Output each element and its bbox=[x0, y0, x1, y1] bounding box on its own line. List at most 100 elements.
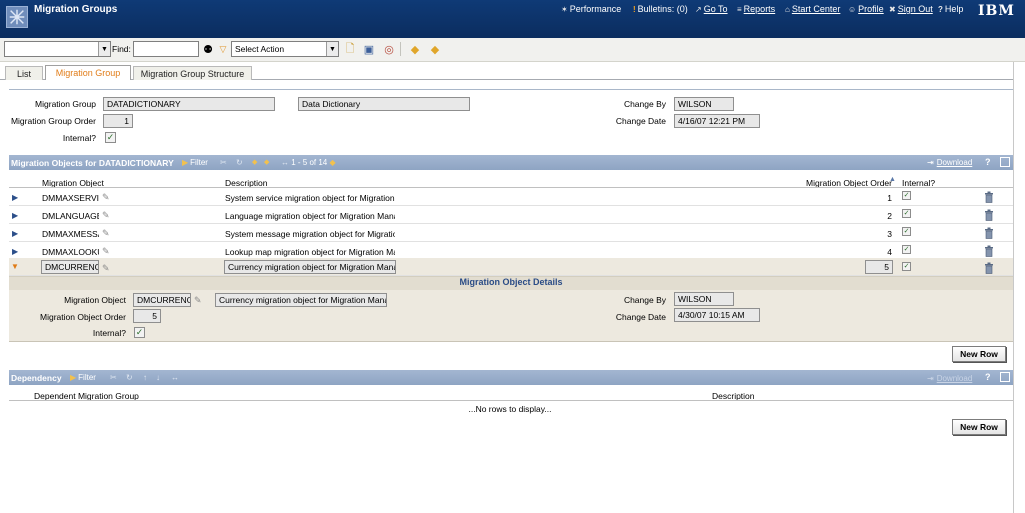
delete-row-icon[interactable] bbox=[984, 209, 994, 223]
page-nav-icon[interactable]: ↔ bbox=[171, 373, 179, 382]
change-date-field: 4/16/07 12:21 PM bbox=[674, 114, 760, 128]
clear-filter-icon[interactable]: ✂ bbox=[220, 158, 227, 167]
detail-change-date-field: 4/30/07 10:15 AM bbox=[674, 308, 760, 322]
row-internal-checkbox: ✓ bbox=[902, 191, 911, 200]
nav-reports-label: Reports bbox=[743, 4, 776, 14]
saved-query-select[interactable]: ▼ bbox=[4, 41, 111, 57]
download-icon: ⇥ bbox=[927, 374, 934, 383]
nav-help[interactable]: ? Help bbox=[938, 4, 963, 14]
first-page-icon[interactable]: ◆ bbox=[252, 158, 257, 166]
row-order: 2 bbox=[887, 211, 892, 221]
row-description: System message migration object for Migr… bbox=[225, 229, 395, 239]
nav-bulletins[interactable]: ! Bulletins: (0) bbox=[633, 4, 688, 14]
row-description-field[interactable]: Currency migration object for Migration … bbox=[224, 260, 396, 274]
next-page-icon[interactable]: ◆ bbox=[330, 158, 336, 167]
delete-row-icon[interactable] bbox=[984, 262, 994, 276]
expand-row-icon[interactable]: ▶ bbox=[12, 247, 18, 256]
dependency-download-link[interactable]: ⇥ Download bbox=[927, 374, 972, 383]
new-record-icon[interactable]: 🗋 bbox=[343, 42, 357, 56]
detail-menu-icon[interactable]: ✎ bbox=[102, 246, 110, 257]
clear-filter-icon[interactable]: ✂ bbox=[110, 373, 117, 382]
next-record-icon[interactable]: ◆ bbox=[428, 42, 442, 56]
detail-object-field[interactable]: DMCURRENCY bbox=[133, 293, 191, 307]
nav-start-center[interactable]: ⌂ Start Center bbox=[785, 4, 840, 14]
detail-change-by-label: Change By bbox=[623, 295, 666, 305]
migration-group-order-field[interactable]: 1 bbox=[103, 114, 133, 128]
previous-page-icon[interactable]: ◆ bbox=[264, 158, 269, 166]
start-center-icon: ⌂ bbox=[785, 4, 790, 14]
detail-menu-icon[interactable]: ✎ bbox=[102, 210, 110, 221]
objects-download-link[interactable]: ⇥ Download bbox=[927, 158, 972, 167]
row-internal-checkbox: ✓ bbox=[902, 245, 911, 254]
row-order-field[interactable]: 5 bbox=[865, 260, 893, 274]
nav-reports[interactable]: ≡ Reports bbox=[737, 4, 775, 14]
binoculars-icon[interactable]: ⚉ bbox=[201, 42, 215, 56]
row-order: 1 bbox=[887, 193, 892, 203]
save-icon[interactable]: ▣ bbox=[362, 42, 376, 56]
performance-icon: ✶ bbox=[561, 4, 568, 14]
page-scrollbar[interactable] bbox=[1013, 62, 1025, 513]
detail-menu-icon[interactable]: ✎ bbox=[194, 295, 202, 306]
dependency-help-icon[interactable]: ? bbox=[985, 372, 991, 382]
select-action-dropdown[interactable]: Select Action ▼ bbox=[231, 41, 339, 57]
delete-row-icon[interactable] bbox=[984, 245, 994, 259]
table-row-selected[interactable] bbox=[9, 258, 1013, 276]
dependency-maximize-icon[interactable] bbox=[1000, 372, 1010, 382]
dependency-title: Dependency bbox=[11, 373, 62, 383]
dependency-new-row-button[interactable]: New Row bbox=[952, 419, 1006, 435]
nav-performance[interactable]: ✶ Performance bbox=[561, 4, 621, 14]
tab-migration-group-structure[interactable]: Migration Group Structure bbox=[133, 66, 252, 80]
chevron-down-icon[interactable]: ▼ bbox=[98, 42, 110, 56]
expand-row-icon[interactable]: ▶ bbox=[12, 193, 18, 202]
migration-group-description-field[interactable]: Data Dictionary bbox=[298, 97, 470, 111]
refresh-icon[interactable]: ↻ bbox=[236, 158, 243, 167]
clear-changes-icon[interactable]: ◎ bbox=[382, 42, 396, 56]
no-rows-message: ...No rows to display... bbox=[468, 404, 552, 414]
nav-bulletins-label: Bulletins: (0) bbox=[637, 4, 688, 14]
nav-start-center-label: Start Center bbox=[791, 4, 841, 14]
row-internal-checkbox[interactable]: ✓ bbox=[902, 262, 911, 271]
objects-maximize-icon[interactable] bbox=[1000, 157, 1010, 167]
refresh-icon[interactable]: ↻ bbox=[126, 373, 133, 382]
objects-help-icon[interactable]: ? bbox=[985, 157, 991, 167]
migration-group-label: Migration Group bbox=[35, 99, 96, 109]
delete-row-icon[interactable] bbox=[984, 227, 994, 241]
detail-order-field[interactable]: 5 bbox=[133, 309, 161, 323]
collapse-row-icon[interactable]: ▼ bbox=[11, 262, 19, 271]
expand-row-icon[interactable]: ▶ bbox=[12, 211, 18, 220]
migration-group-field[interactable]: DATADICTIONARY bbox=[103, 97, 275, 111]
bulletins-icon: ! bbox=[633, 4, 636, 14]
delete-row-icon[interactable] bbox=[984, 191, 994, 205]
nav-goto[interactable]: ↗ Go To bbox=[695, 4, 728, 14]
previous-page-icon[interactable]: ↑ bbox=[143, 373, 147, 382]
row-internal-checkbox: ✓ bbox=[902, 227, 911, 236]
detail-menu-icon[interactable]: ✎ bbox=[102, 192, 110, 203]
find-input[interactable] bbox=[133, 41, 199, 57]
sign-out-icon: ✖ bbox=[889, 4, 896, 14]
detail-menu-icon[interactable]: ✎ bbox=[102, 228, 110, 239]
chevron-down-icon[interactable]: ▼ bbox=[326, 42, 338, 56]
sort-ascending-icon[interactable]: ▲ bbox=[889, 176, 896, 183]
dependency-filter-button[interactable]: ▶ Filter bbox=[70, 373, 96, 382]
filter-icon: ▶ bbox=[182, 158, 189, 167]
help-icon: ? bbox=[938, 4, 943, 14]
detail-object-description-field[interactable]: Currency migration object for Migration … bbox=[215, 293, 387, 307]
next-page-icon[interactable]: ↓ bbox=[156, 373, 160, 382]
internal-checkbox[interactable]: ✓ bbox=[105, 132, 116, 143]
row-object: DMMAXLOOKUI bbox=[42, 247, 99, 257]
ibm-logo: IBM bbox=[978, 3, 1015, 19]
nav-profile[interactable]: ☺ Profile bbox=[848, 4, 884, 14]
row-object-field[interactable]: DMCURRENCY bbox=[41, 260, 99, 274]
row-description: Language migration object for Migration … bbox=[225, 211, 395, 221]
tab-migration-group[interactable]: Migration Group bbox=[45, 65, 131, 80]
objects-filter-button[interactable]: ▶ Filter bbox=[182, 158, 208, 167]
tab-list[interactable]: List bbox=[5, 66, 43, 80]
filter-arrow-icon[interactable]: ▽ bbox=[216, 42, 230, 56]
detail-internal-checkbox[interactable]: ✓ bbox=[134, 327, 145, 338]
expand-row-icon[interactable]: ▶ bbox=[12, 229, 18, 238]
objects-new-row-button[interactable]: New Row bbox=[952, 346, 1006, 362]
nav-sign-out[interactable]: ✖ Sign Out bbox=[889, 4, 933, 14]
row-order: 4 bbox=[887, 247, 892, 257]
detail-menu-icon[interactable]: ✎ bbox=[102, 263, 110, 274]
previous-record-icon[interactable]: ◆ bbox=[408, 42, 422, 56]
